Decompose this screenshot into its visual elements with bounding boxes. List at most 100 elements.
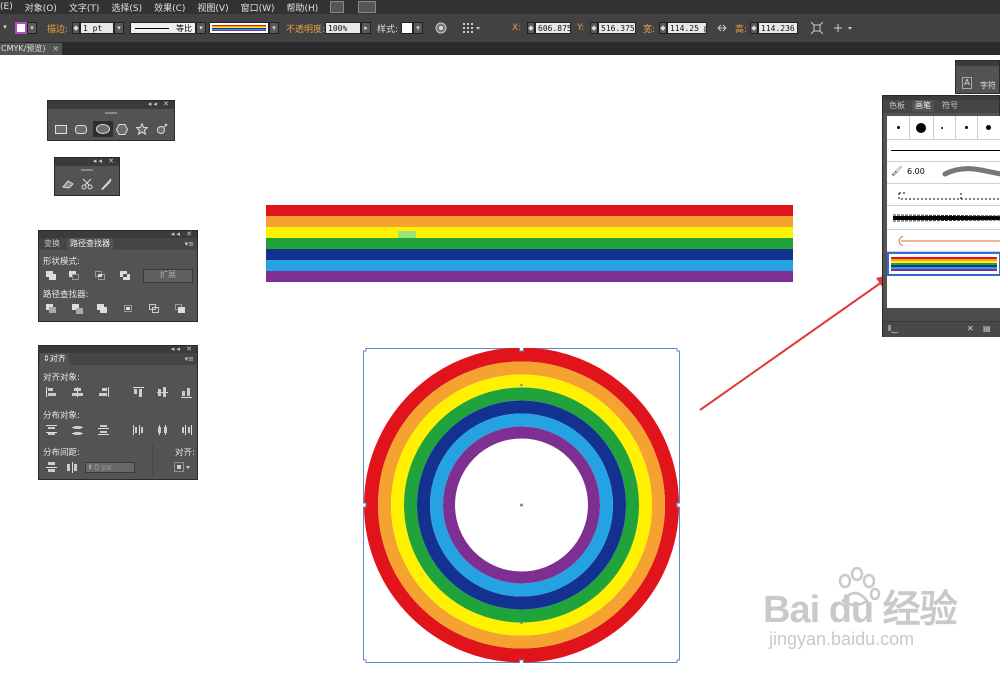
panel-menu-icon[interactable]: ▾≡: [185, 353, 194, 365]
intersect-icon[interactable]: [95, 271, 106, 281]
rectangle-icon[interactable]: [54, 123, 68, 135]
brush-row-bristle[interactable]: 🖌 6.00: [887, 162, 1000, 184]
trim-icon[interactable]: [72, 304, 83, 314]
collapse-close-controls[interactable]: ◂◂ ✕: [148, 100, 171, 108]
brush-row-dashed[interactable]: [887, 184, 1000, 206]
align-left-icon[interactable]: [46, 387, 57, 397]
merge-icon[interactable]: [97, 304, 108, 314]
rainbow-ring-selection[interactable]: [361, 346, 682, 665]
distribute-bottom-icon[interactable]: [98, 425, 109, 435]
tab-transform[interactable]: 变换: [41, 238, 63, 250]
distribute-vertical-center-icon[interactable]: [72, 425, 83, 435]
menu-window[interactable]: 窗口(W): [241, 1, 275, 14]
y-field[interactable]: ◆ 516.375: [590, 21, 636, 35]
exclude-icon[interactable]: [120, 271, 131, 281]
align-top-icon[interactable]: [133, 387, 144, 397]
distribute-vertical-space-icon[interactable]: [46, 462, 57, 472]
bridge-icon[interactable]: [330, 1, 345, 13]
variable-width-profile[interactable]: 等比 ▾: [130, 21, 206, 35]
height-field[interactable]: ◆ 114.236: [750, 21, 798, 35]
panel-title-bar[interactable]: ◂◂ ✕: [48, 100, 174, 109]
menu-help[interactable]: 帮助(H): [287, 1, 319, 14]
minus-back-icon[interactable]: [175, 304, 186, 314]
ellipse-icon[interactable]: [93, 121, 113, 137]
stepper-arrows-icon[interactable]: ⇕: [86, 464, 94, 471]
opacity-label[interactable]: 不透明度:: [286, 22, 325, 35]
stroke-weight-value[interactable]: 1 pt: [80, 22, 114, 34]
outline-icon[interactable]: [149, 304, 160, 314]
panel-grip[interactable]: [81, 169, 93, 171]
distribute-left-icon[interactable]: [133, 425, 144, 435]
y-value[interactable]: 516.375: [598, 22, 636, 34]
brush-dot-small[interactable]: [897, 126, 900, 129]
width-field[interactable]: ◆ 114.25 p: [659, 21, 707, 35]
brush-dot-tiny[interactable]: [941, 127, 943, 129]
character-icon[interactable]: A: [962, 77, 972, 89]
unite-icon[interactable]: [46, 271, 57, 281]
options-icon[interactable]: ▤: [983, 324, 991, 333]
remove-stroke-icon[interactable]: ✕: [967, 324, 974, 333]
brush-row-arrow[interactable]: [887, 230, 1000, 252]
document-tab[interactable]: CMYK/预览) ×: [0, 43, 62, 55]
align-right-icon[interactable]: [98, 387, 109, 397]
menu-type[interactable]: 文字(T): [69, 1, 100, 14]
polygon-icon[interactable]: [115, 123, 129, 135]
flare-icon[interactable]: [155, 123, 169, 135]
graphic-style-dropdown[interactable]: ▾: [401, 21, 423, 35]
opacity-value[interactable]: 100%: [325, 22, 361, 34]
brush-dot-large[interactable]: [916, 123, 926, 133]
recolor-artwork-icon[interactable]: [435, 21, 447, 35]
distribute-horizontal-space-icon[interactable]: [67, 462, 78, 473]
brush-row-charcoal[interactable]: [887, 206, 1000, 230]
collapse-close-controls[interactable]: ◂◂ ✕: [171, 230, 194, 238]
brush-libraries-icon[interactable]: ⫴‿: [888, 324, 898, 334]
fill-dropdown[interactable]: ▾: [0, 21, 10, 35]
tab-symbols[interactable]: 符号: [939, 100, 961, 112]
align-horizontal-center-icon[interactable]: [72, 387, 83, 397]
menu-object[interactable]: 对象(O): [25, 1, 57, 14]
arrange-documents-icon[interactable]: [358, 1, 377, 13]
panel-menu-icon[interactable]: ▾≡: [185, 238, 194, 250]
crop-icon[interactable]: [123, 304, 134, 314]
opacity-field[interactable]: 100% ▸: [325, 21, 371, 35]
rounded-rect-icon[interactable]: [74, 123, 88, 135]
x-field[interactable]: ◆ 606.875: [527, 21, 571, 35]
divide-icon[interactable]: [46, 304, 57, 314]
stroke-label[interactable]: 描边:: [47, 22, 68, 35]
align-bottom-icon[interactable]: [181, 387, 192, 398]
stroke-weight-field[interactable]: ◆ 1 pt ▾: [72, 21, 124, 35]
close-icon[interactable]: ×: [52, 43, 59, 55]
brush-dot-medium[interactable]: [986, 125, 991, 130]
panel-title-bar[interactable]: ◂◂ ✕: [55, 157, 119, 166]
reference-point-icon[interactable]: [462, 21, 482, 35]
menu-select[interactable]: 选择(S): [111, 1, 142, 14]
brush-row-rainbow-selected[interactable]: [887, 252, 1000, 276]
menu-edit[interactable]: (E): [0, 2, 13, 12]
distribute-top-icon[interactable]: [46, 425, 57, 435]
star-icon[interactable]: [135, 123, 149, 135]
panel-title-bar[interactable]: ◂◂ ✕: [39, 230, 197, 238]
brush-definition-dropdown[interactable]: ▾: [209, 21, 279, 35]
height-value[interactable]: 114.236: [758, 22, 798, 34]
brush-row-basic[interactable]: [887, 140, 1000, 162]
menu-effect[interactable]: 效果(C): [154, 1, 185, 14]
scissors-icon[interactable]: [80, 178, 94, 190]
tab-brushes[interactable]: 画笔: [912, 100, 934, 112]
width-value[interactable]: 114.25 p: [667, 22, 707, 34]
transform-icon[interactable]: [811, 21, 823, 35]
tab-swatches[interactable]: 色板: [886, 100, 908, 112]
tab-align[interactable]: ⇕对齐: [40, 353, 69, 365]
constrain-proportions-icon[interactable]: [716, 21, 728, 35]
stroke-color-swatch[interactable]: ▾: [15, 21, 37, 35]
expand-button[interactable]: 扩展: [143, 269, 193, 283]
menu-view[interactable]: 视图(V): [197, 1, 228, 14]
spacing-field[interactable]: ⇕ 0 px: [85, 462, 135, 473]
distribute-horizontal-center-icon[interactable]: [157, 425, 168, 435]
collapse-close-controls[interactable]: ◂◂ ✕: [93, 157, 116, 165]
eraser-icon[interactable]: [61, 178, 75, 190]
panel-title-bar[interactable]: ◂◂ ✕: [39, 345, 197, 353]
tab-pathfinder[interactable]: 路径查找器: [67, 238, 113, 250]
distribute-right-icon[interactable]: [181, 425, 192, 435]
align-to-selection-icon[interactable]: [174, 462, 192, 472]
character-panel-label[interactable]: 字符: [980, 80, 996, 91]
